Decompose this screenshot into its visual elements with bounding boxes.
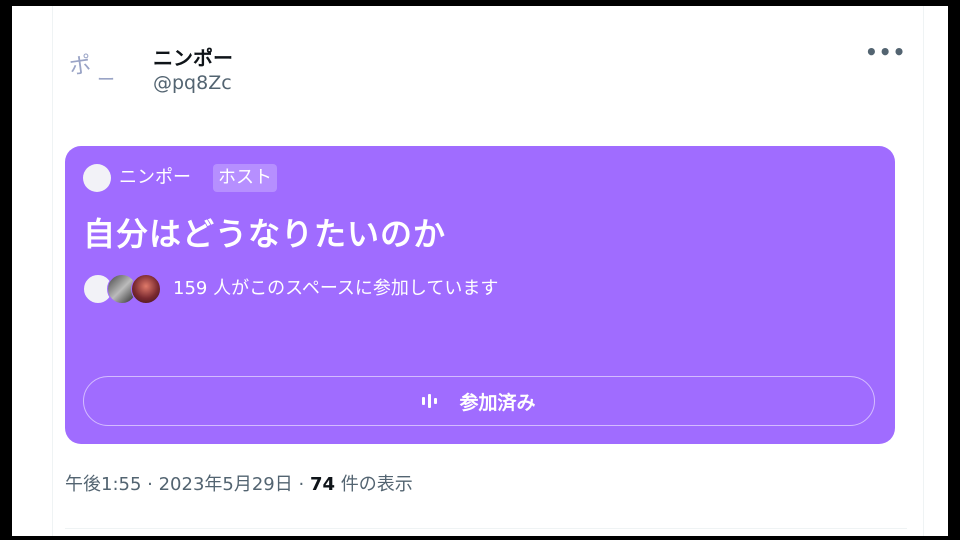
divider xyxy=(65,528,907,529)
views-label[interactable]: 件の表示 xyxy=(335,474,413,495)
author-name[interactable]: ニンポー xyxy=(153,42,233,71)
meta-separator: · xyxy=(292,474,310,495)
tweet-time[interactable]: 午後1:55 xyxy=(65,474,141,495)
host-name: ニンポー xyxy=(119,167,191,188)
tweet-meta: 午後1:55 · 2023年5月29日 · 74 件の表示 xyxy=(65,472,413,498)
listener-avatar xyxy=(131,274,161,304)
meta-separator: · xyxy=(141,474,159,495)
author-avatar[interactable]: ポ ー xyxy=(67,40,129,102)
tweet: ポ ー ニンポー @pq8Zc ••• ニンポー ホスト 自分はどうなりたいのか… xyxy=(52,6,924,536)
more-options-icon[interactable]: ••• xyxy=(865,38,905,68)
views-count[interactable]: 74 xyxy=(310,474,335,495)
space-card[interactable]: ニンポー ホスト 自分はどうなりたいのか 159 人がこのスペースに参加していま… xyxy=(65,146,895,444)
tweet-date[interactable]: 2023年5月29日 xyxy=(159,474,293,495)
avatar-text-1: ポ xyxy=(67,52,93,81)
host-badge: ホスト xyxy=(213,164,277,192)
joined-button-label: 参加済み xyxy=(459,391,536,414)
browser-viewport: ポ ー ニンポー @pq8Zc ••• ニンポー ホスト 自分はどうなりたいのか… xyxy=(12,6,948,536)
joined-button[interactable]: 参加済み xyxy=(83,376,875,426)
audio-bars-icon xyxy=(422,394,438,408)
listener-avatars xyxy=(83,274,173,304)
avatar-text-2: ー xyxy=(97,70,115,91)
listener-count: 159 人がこのスペースに参加しています xyxy=(173,278,499,299)
host-avatar xyxy=(83,164,111,192)
space-title: 自分はどうなりたいのか xyxy=(83,215,447,253)
author-handle[interactable]: @pq8Zc xyxy=(153,72,232,94)
